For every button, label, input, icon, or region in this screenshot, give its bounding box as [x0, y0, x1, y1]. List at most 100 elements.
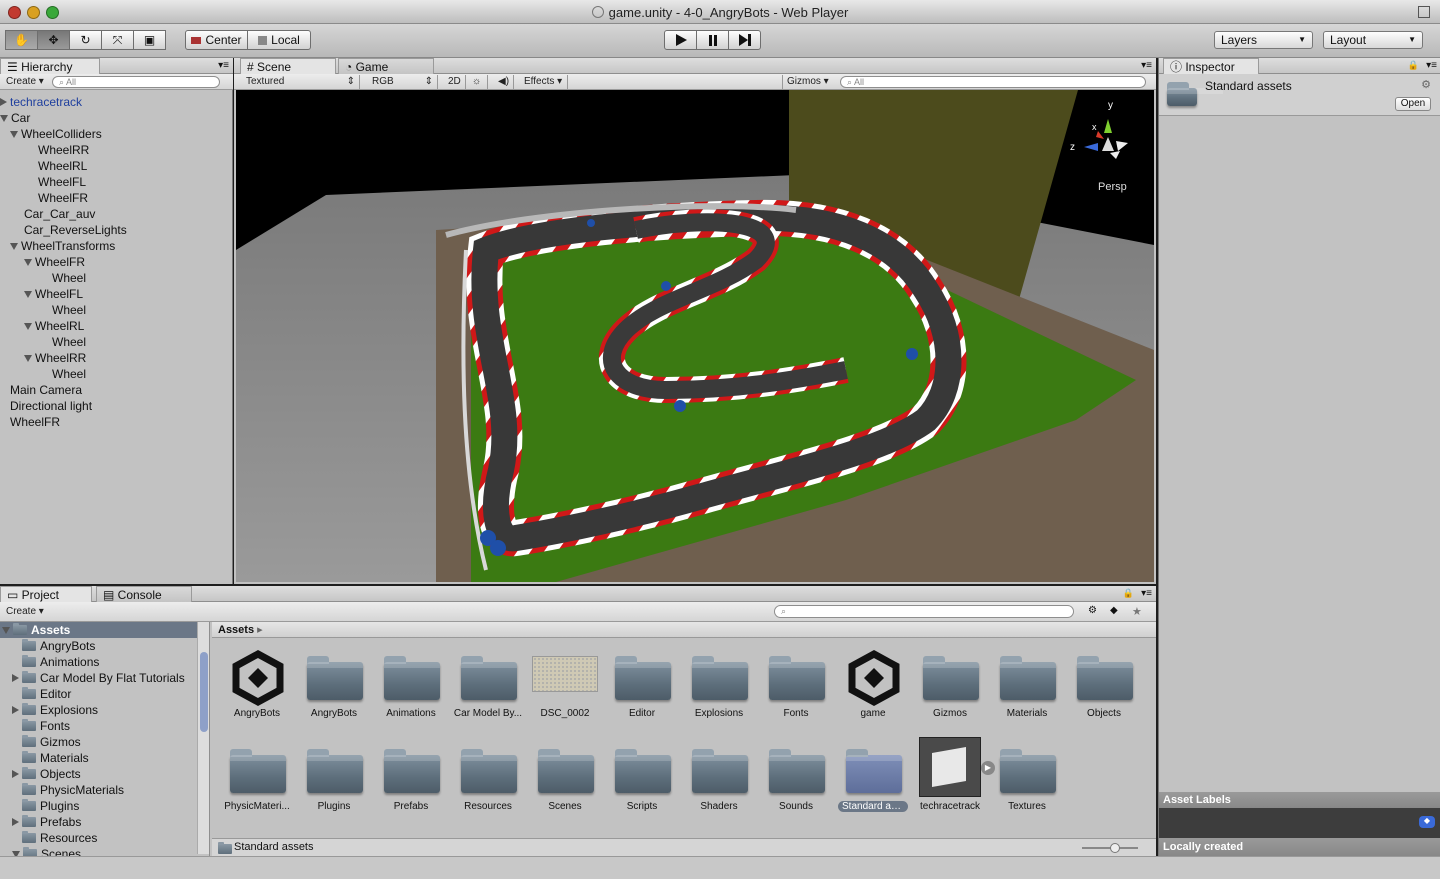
toggle-2d-button[interactable]: 2D [444, 75, 466, 89]
tab-hierarchy[interactable]: ☰ Hierarchy [0, 58, 100, 74]
collapse-arrow-icon[interactable] [12, 674, 19, 682]
asset-item[interactable]: Scenes [530, 739, 600, 812]
expand-arrow-icon[interactable] [24, 355, 32, 362]
expand-arrow-icon[interactable] [0, 115, 8, 122]
asset-item[interactable]: Sounds [761, 739, 831, 812]
tab-inspector[interactable]: ⓘ Inspector [1163, 58, 1259, 74]
icon-size-slider-thumb[interactable] [1110, 843, 1120, 853]
tab-scene[interactable]: # Scene [240, 58, 336, 74]
breadcrumb-assets[interactable]: Assets [218, 624, 254, 636]
asset-item[interactable]: Resources [453, 739, 523, 812]
hierarchy-item[interactable]: WheelRR [0, 350, 86, 366]
asset-item[interactable]: Animations [376, 646, 446, 719]
hierarchy-item[interactable]: WheelRL [0, 318, 84, 334]
scene-viewport[interactable]: y z x Persp [236, 90, 1154, 582]
pivot-center-button[interactable]: Center [185, 30, 248, 50]
hierarchy-item[interactable]: WheelFL [0, 174, 86, 190]
lock-icon[interactable]: 🔒 [1408, 60, 1419, 71]
asset-item[interactable]: Explosions [684, 646, 754, 719]
effects-dropdown[interactable]: Effects ▾ [520, 75, 568, 89]
collapse-arrow-icon[interactable] [12, 818, 19, 826]
asset-item[interactable]: Plugins [299, 739, 369, 812]
hierarchy-item[interactable]: Wheel [0, 334, 86, 350]
project-tree-item[interactable]: Plugins [0, 798, 198, 814]
hierarchy-item[interactable]: Car_ReverseLights [0, 222, 127, 238]
project-tree-item[interactable]: Gizmos [0, 734, 198, 750]
hierarchy-create-button[interactable]: Create ▾ [2, 75, 46, 89]
project-tree-item[interactable]: Materials [0, 750, 198, 766]
hierarchy-item[interactable]: Wheel [0, 270, 86, 286]
asset-item[interactable]: AngryBots [222, 646, 292, 719]
scene-gizmo[interactable] [1084, 119, 1128, 159]
tag-icon[interactable]: ◆ [1419, 816, 1435, 828]
asset-item[interactable]: Car Model By... [453, 646, 523, 719]
lock-icon[interactable]: 🔒 [1123, 588, 1134, 599]
hierarchy-item[interactable]: WheelFR [0, 414, 60, 430]
expand-arrow-icon[interactable] [2, 627, 10, 634]
project-tree-item[interactable]: Fonts [0, 718, 198, 734]
favorite-star-icon[interactable]: ★ [1132, 605, 1142, 618]
project-search-input[interactable]: ⌕ [774, 605, 1074, 618]
hierarchy-item[interactable]: WheelTransforms [0, 238, 115, 254]
scene-search-input[interactable]: ⌕ All [840, 76, 1146, 88]
layers-dropdown[interactable]: Layers ▼ [1214, 31, 1313, 49]
expand-arrow-icon[interactable] [10, 131, 18, 138]
hierarchy-item[interactable]: WheelRL [0, 158, 87, 174]
hierarchy-item[interactable]: Directional light [0, 398, 92, 414]
asset-item[interactable]: DSC_0002 [530, 646, 600, 719]
asset-item[interactable]: Editor [607, 646, 677, 719]
collapse-arrow-icon[interactable] [12, 770, 19, 778]
hierarchy-item[interactable]: Car [0, 110, 30, 126]
render-mode-dropdown[interactable]: Textured ⇕ [242, 75, 360, 89]
hierarchy-item[interactable]: techracetrack [0, 94, 82, 110]
hierarchy-search-input[interactable]: ⌕ All [52, 76, 220, 88]
project-tree-item[interactable]: Editor [0, 686, 198, 702]
tree-scrollbar-thumb[interactable] [200, 652, 208, 732]
collapse-arrow-icon[interactable] [0, 98, 7, 106]
project-tree-item[interactable]: Animations [0, 654, 198, 670]
gizmos-dropdown[interactable]: Gizmos ▾ [782, 75, 834, 89]
filter-type-icon[interactable]: ⚙ [1088, 605, 1097, 616]
panel-menu-icon[interactable]: ▾≡ [1141, 588, 1152, 599]
expand-arrow-icon[interactable] [24, 323, 32, 330]
hierarchy-item[interactable]: WheelFR [0, 254, 85, 270]
project-tree-item[interactable]: Objects [0, 766, 198, 782]
asset-item[interactable]: ▶ techracetrack [915, 737, 995, 812]
pivot-local-button[interactable]: Local [247, 30, 311, 50]
project-create-button[interactable]: Create ▾ [2, 605, 46, 619]
hierarchy-item[interactable]: Wheel [0, 302, 86, 318]
rect-tool-button[interactable]: ▣ [133, 30, 166, 50]
asset-item[interactable]: AngryBots [299, 646, 369, 719]
asset-item[interactable]: Gizmos [915, 646, 985, 719]
asset-item[interactable]: PhysicMateri... [222, 739, 292, 812]
hierarchy-item[interactable]: Wheel [0, 366, 86, 382]
project-tree-item[interactable]: PhysicMaterials [0, 782, 198, 798]
hierarchy-item[interactable]: Car_Car_auv [0, 206, 95, 222]
rotate-tool-button[interactable]: ↻ [69, 30, 102, 50]
step-button[interactable] [728, 30, 761, 50]
hierarchy-item[interactable]: WheelFR [0, 190, 88, 206]
asset-item[interactable]: game [838, 646, 908, 719]
color-mode-dropdown[interactable]: RGB ⇕ [368, 75, 438, 89]
open-button[interactable]: Open [1395, 97, 1431, 111]
hierarchy-item[interactable]: WheelFL [0, 286, 83, 302]
gear-icon[interactable]: ⚙ [1421, 78, 1431, 91]
audio-toggle[interactable]: ◀) [494, 75, 514, 89]
pause-button[interactable] [696, 30, 729, 50]
expand-arrow-icon[interactable] [24, 259, 32, 266]
project-tree-item[interactable]: Car Model By Flat Tutorials [0, 670, 198, 686]
hierarchy-item[interactable]: WheelRR [0, 142, 89, 158]
asset-item[interactable]: Standard ass... [838, 739, 908, 812]
project-tree-item[interactable]: Explosions [0, 702, 198, 718]
play-button[interactable] [664, 30, 697, 50]
project-tree-item[interactable]: Resources [0, 830, 198, 846]
filter-label-icon[interactable]: ◆ [1110, 605, 1118, 616]
tab-console[interactable]: ▤ Console [96, 586, 192, 602]
panel-menu-icon[interactable]: ▾≡ [1141, 60, 1152, 71]
hierarchy-item[interactable]: Main Camera [0, 382, 82, 398]
tab-project[interactable]: ▭ Project [0, 586, 92, 602]
asset-item[interactable]: Fonts [761, 646, 831, 719]
project-tree-item[interactable]: Assets [0, 622, 198, 638]
hand-tool-button[interactable]: ✋ [5, 30, 38, 50]
asset-item[interactable]: Scripts [607, 739, 677, 812]
